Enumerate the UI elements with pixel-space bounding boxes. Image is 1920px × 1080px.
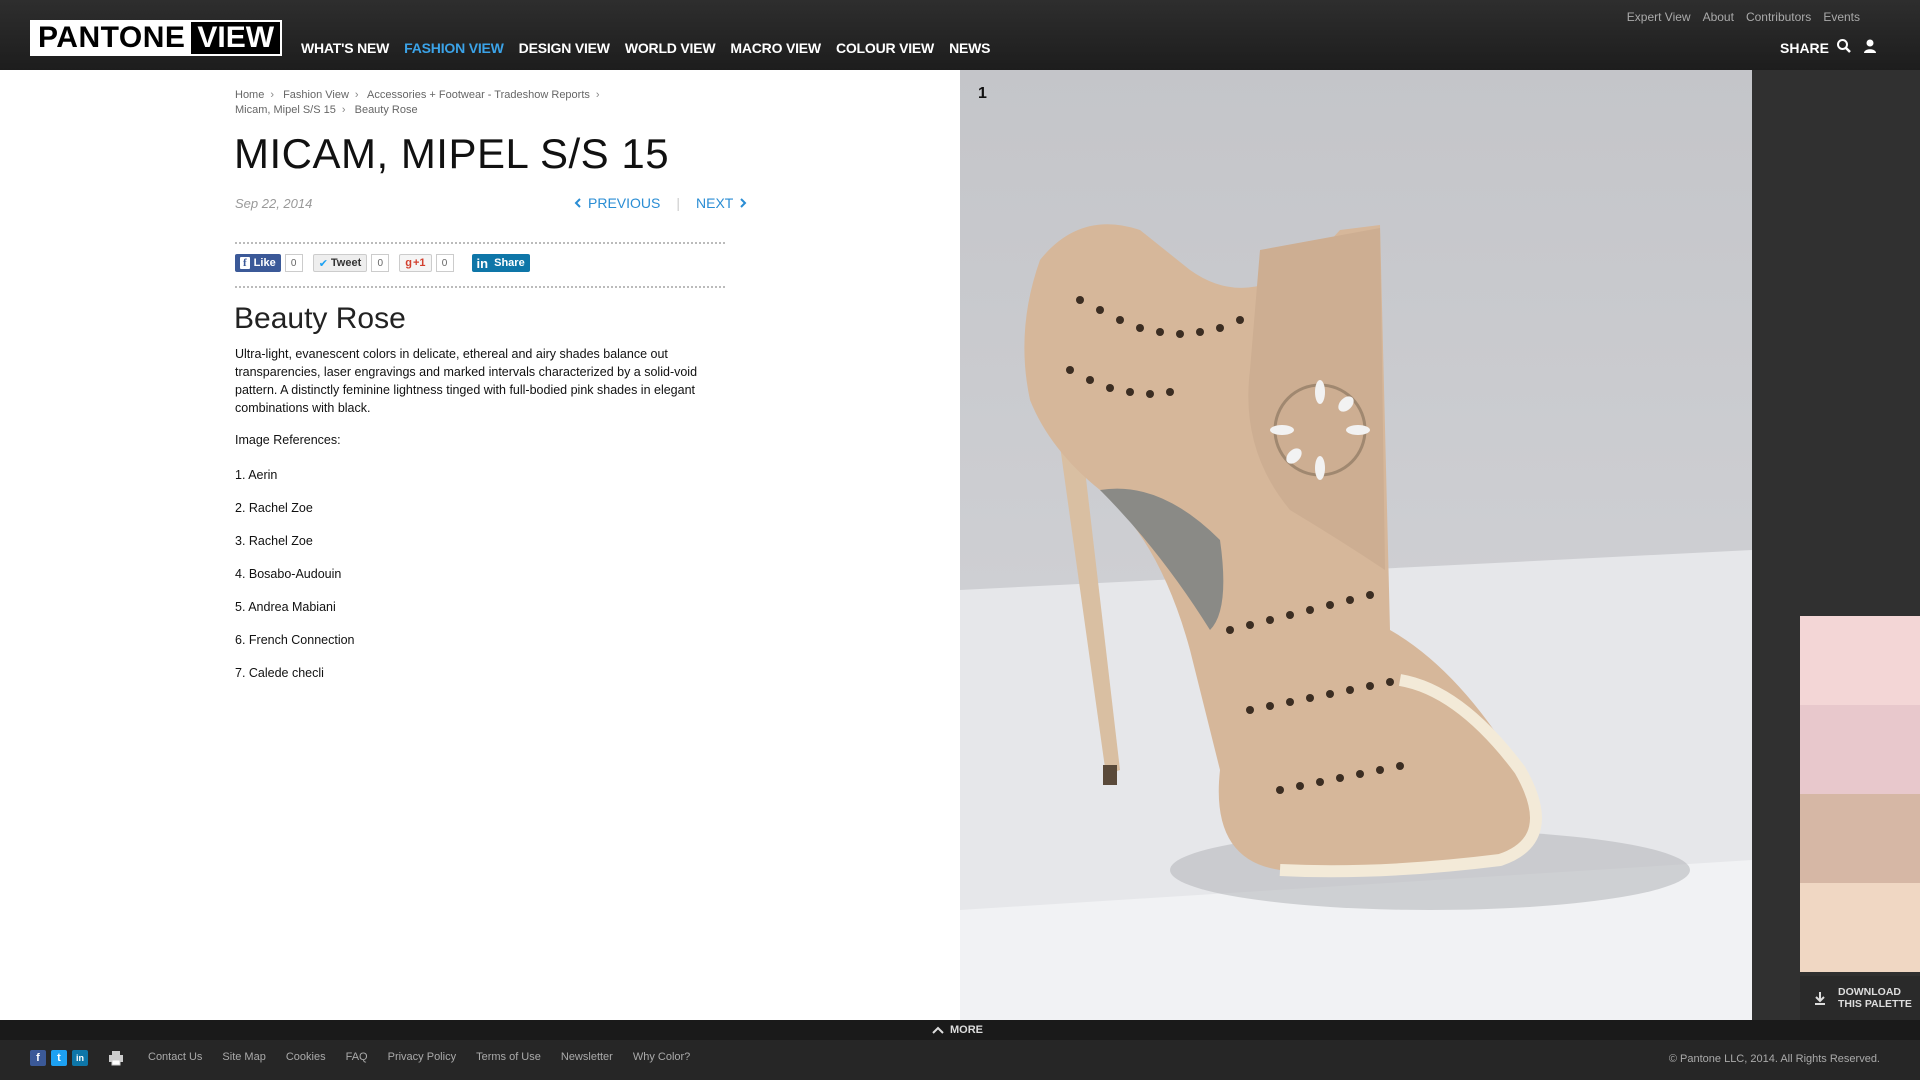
- chevron-right-icon: [740, 198, 747, 208]
- footer-link-newsletter[interactable]: Newsletter: [561, 1051, 613, 1063]
- breadcrumb-current: Beauty Rose: [354, 104, 418, 116]
- more-button[interactable]: MORE: [932, 1024, 983, 1036]
- search-icon[interactable]: [1836, 38, 1852, 54]
- pantone-view-logo[interactable]: PANTONE VIEW: [30, 20, 283, 56]
- nav-news[interactable]: NEWS: [949, 40, 990, 56]
- gallery-image[interactable]: 1: [960, 70, 1752, 1020]
- footer-links: Contact Us Site Map Cookies FAQ Privacy …: [148, 1051, 710, 1063]
- chevron-left-icon: [574, 198, 581, 208]
- facebook-icon[interactable]: f: [30, 1050, 46, 1066]
- facebook-icon: f: [240, 257, 250, 269]
- share-button[interactable]: SHARE: [1780, 40, 1829, 56]
- linkedin-icon: in: [476, 255, 489, 271]
- list-item: 2. Rachel Zoe: [235, 501, 313, 515]
- image-references-label: Image References:: [235, 433, 341, 447]
- article-panel: Home › Fashion View › Accessories + Footwe…: [0, 70, 960, 1020]
- print-icon[interactable]: [108, 1050, 124, 1066]
- gplus-count: 0: [435, 254, 454, 272]
- tweet-button[interactable]: ✔ Tweet: [312, 254, 368, 272]
- footer-social-icons: f t in: [30, 1050, 88, 1066]
- top-link-expert-view[interactable]: Expert View: [1627, 10, 1691, 24]
- breadcrumb-home[interactable]: Home: [235, 89, 264, 101]
- nav-fashion-view[interactable]: FASHION VIEW: [404, 40, 504, 56]
- nav-world-view[interactable]: WORLD VIEW: [625, 40, 716, 56]
- google-plus-button[interactable]: g +1: [399, 254, 432, 272]
- footer-link-faq[interactable]: FAQ: [346, 1051, 368, 1063]
- download-label-line1: DOWNLOAD: [1838, 986, 1901, 998]
- footer-link-cookies[interactable]: Cookies: [286, 1051, 326, 1063]
- tweet-count: 0: [371, 254, 390, 272]
- breadcrumb-accessories[interactable]: Accessories + Footwear - Tradeshow Repor…: [367, 89, 590, 101]
- download-palette-button[interactable]: DOWNLOAD THIS PALETTE: [1800, 976, 1920, 1020]
- footer-link-terms[interactable]: Terms of Use: [476, 1051, 541, 1063]
- logo-text-right: VIEW: [191, 22, 281, 54]
- logo-text-left: PANTONE: [32, 22, 192, 54]
- breadcrumb-fashion-view[interactable]: Fashion View: [283, 89, 349, 101]
- breadcrumb: Home › Fashion View › Accessories + Footwe…: [235, 89, 600, 116]
- download-icon: [1815, 992, 1825, 1005]
- previous-button[interactable]: PREVIOUS: [588, 195, 660, 211]
- list-item: 6. French Connection: [235, 633, 355, 647]
- list-item: 1. Aerin: [235, 468, 278, 482]
- like-count: 0: [284, 254, 303, 272]
- list-item: 7. Calede checli: [235, 666, 324, 680]
- image-references-list: 1. Aerin 2. Rachel Zoe 3. Rachel Zoe 4. …: [235, 466, 355, 697]
- social-bar: f Like 0 ✔ Tweet 0 g +1 0 in Share: [235, 254, 530, 272]
- twitter-icon: ✔: [318, 257, 328, 270]
- color-swatch-2[interactable]: [1800, 705, 1920, 794]
- nav-macro-view[interactable]: MACRO VIEW: [730, 40, 821, 56]
- publish-date: Sep 22, 2014: [235, 196, 313, 211]
- color-swatch-1[interactable]: [1800, 616, 1920, 705]
- main-nav: WHAT'S NEW FASHION VIEW DESIGN VIEW WORL…: [301, 40, 1005, 56]
- twitter-icon[interactable]: t: [51, 1050, 67, 1066]
- color-swatch-3[interactable]: [1800, 794, 1920, 883]
- section-title: Beauty Rose: [234, 302, 406, 335]
- top-nav: Expert View About Contributors Events: [1615, 10, 1860, 24]
- copyright: © Pantone LLC, 2014. All Rights Reserved…: [1668, 1053, 1880, 1065]
- color-swatch-4[interactable]: [1800, 883, 1920, 972]
- next-button[interactable]: NEXT: [696, 195, 733, 211]
- page-title: MICAM, MIPEL S/S 15: [234, 130, 670, 177]
- pager-divider: |: [676, 195, 680, 211]
- list-item: 3. Rachel Zoe: [235, 534, 313, 548]
- divider-bottom: [235, 286, 725, 288]
- breadcrumb-micam[interactable]: Micam, Mipel S/S 15: [235, 104, 336, 116]
- footer-link-sitemap[interactable]: Site Map: [222, 1051, 265, 1063]
- footer-link-why-color[interactable]: Why Color?: [633, 1051, 690, 1063]
- linkedin-icon[interactable]: in: [72, 1050, 88, 1066]
- footer-link-privacy[interactable]: Privacy Policy: [388, 1051, 456, 1063]
- list-item: 5. Andrea Mabiani: [235, 600, 336, 614]
- top-link-contributors[interactable]: Contributors: [1746, 10, 1811, 24]
- nav-colour-view[interactable]: COLOUR VIEW: [836, 40, 934, 56]
- divider-top: [235, 242, 725, 244]
- linkedin-share-button[interactable]: in Share: [471, 254, 530, 272]
- top-link-events[interactable]: Events: [1823, 10, 1860, 24]
- google-plus-icon: g: [405, 257, 412, 269]
- nav-design-view[interactable]: DESIGN VIEW: [519, 40, 610, 56]
- shoe-photo: [960, 224, 1752, 1020]
- user-icon[interactable]: [1862, 38, 1878, 54]
- download-label-line2: THIS PALETTE: [1838, 998, 1912, 1010]
- top-link-about[interactable]: About: [1703, 10, 1734, 24]
- article-pager: PREVIOUS | NEXT: [574, 195, 747, 211]
- footer-link-contact[interactable]: Contact Us: [148, 1051, 202, 1063]
- facebook-like-button[interactable]: f Like: [235, 254, 281, 272]
- article-body: Ultra-light, evanescent colors in delica…: [235, 347, 698, 415]
- chevron-up-icon: [932, 1026, 944, 1034]
- list-item: 4. Bosabo-Audouin: [235, 567, 342, 581]
- site-header: PANTONE VIEW WHAT'S NEW FASHION VIEW DES…: [0, 0, 1920, 70]
- nav-whats-new[interactable]: WHAT'S NEW: [301, 40, 389, 56]
